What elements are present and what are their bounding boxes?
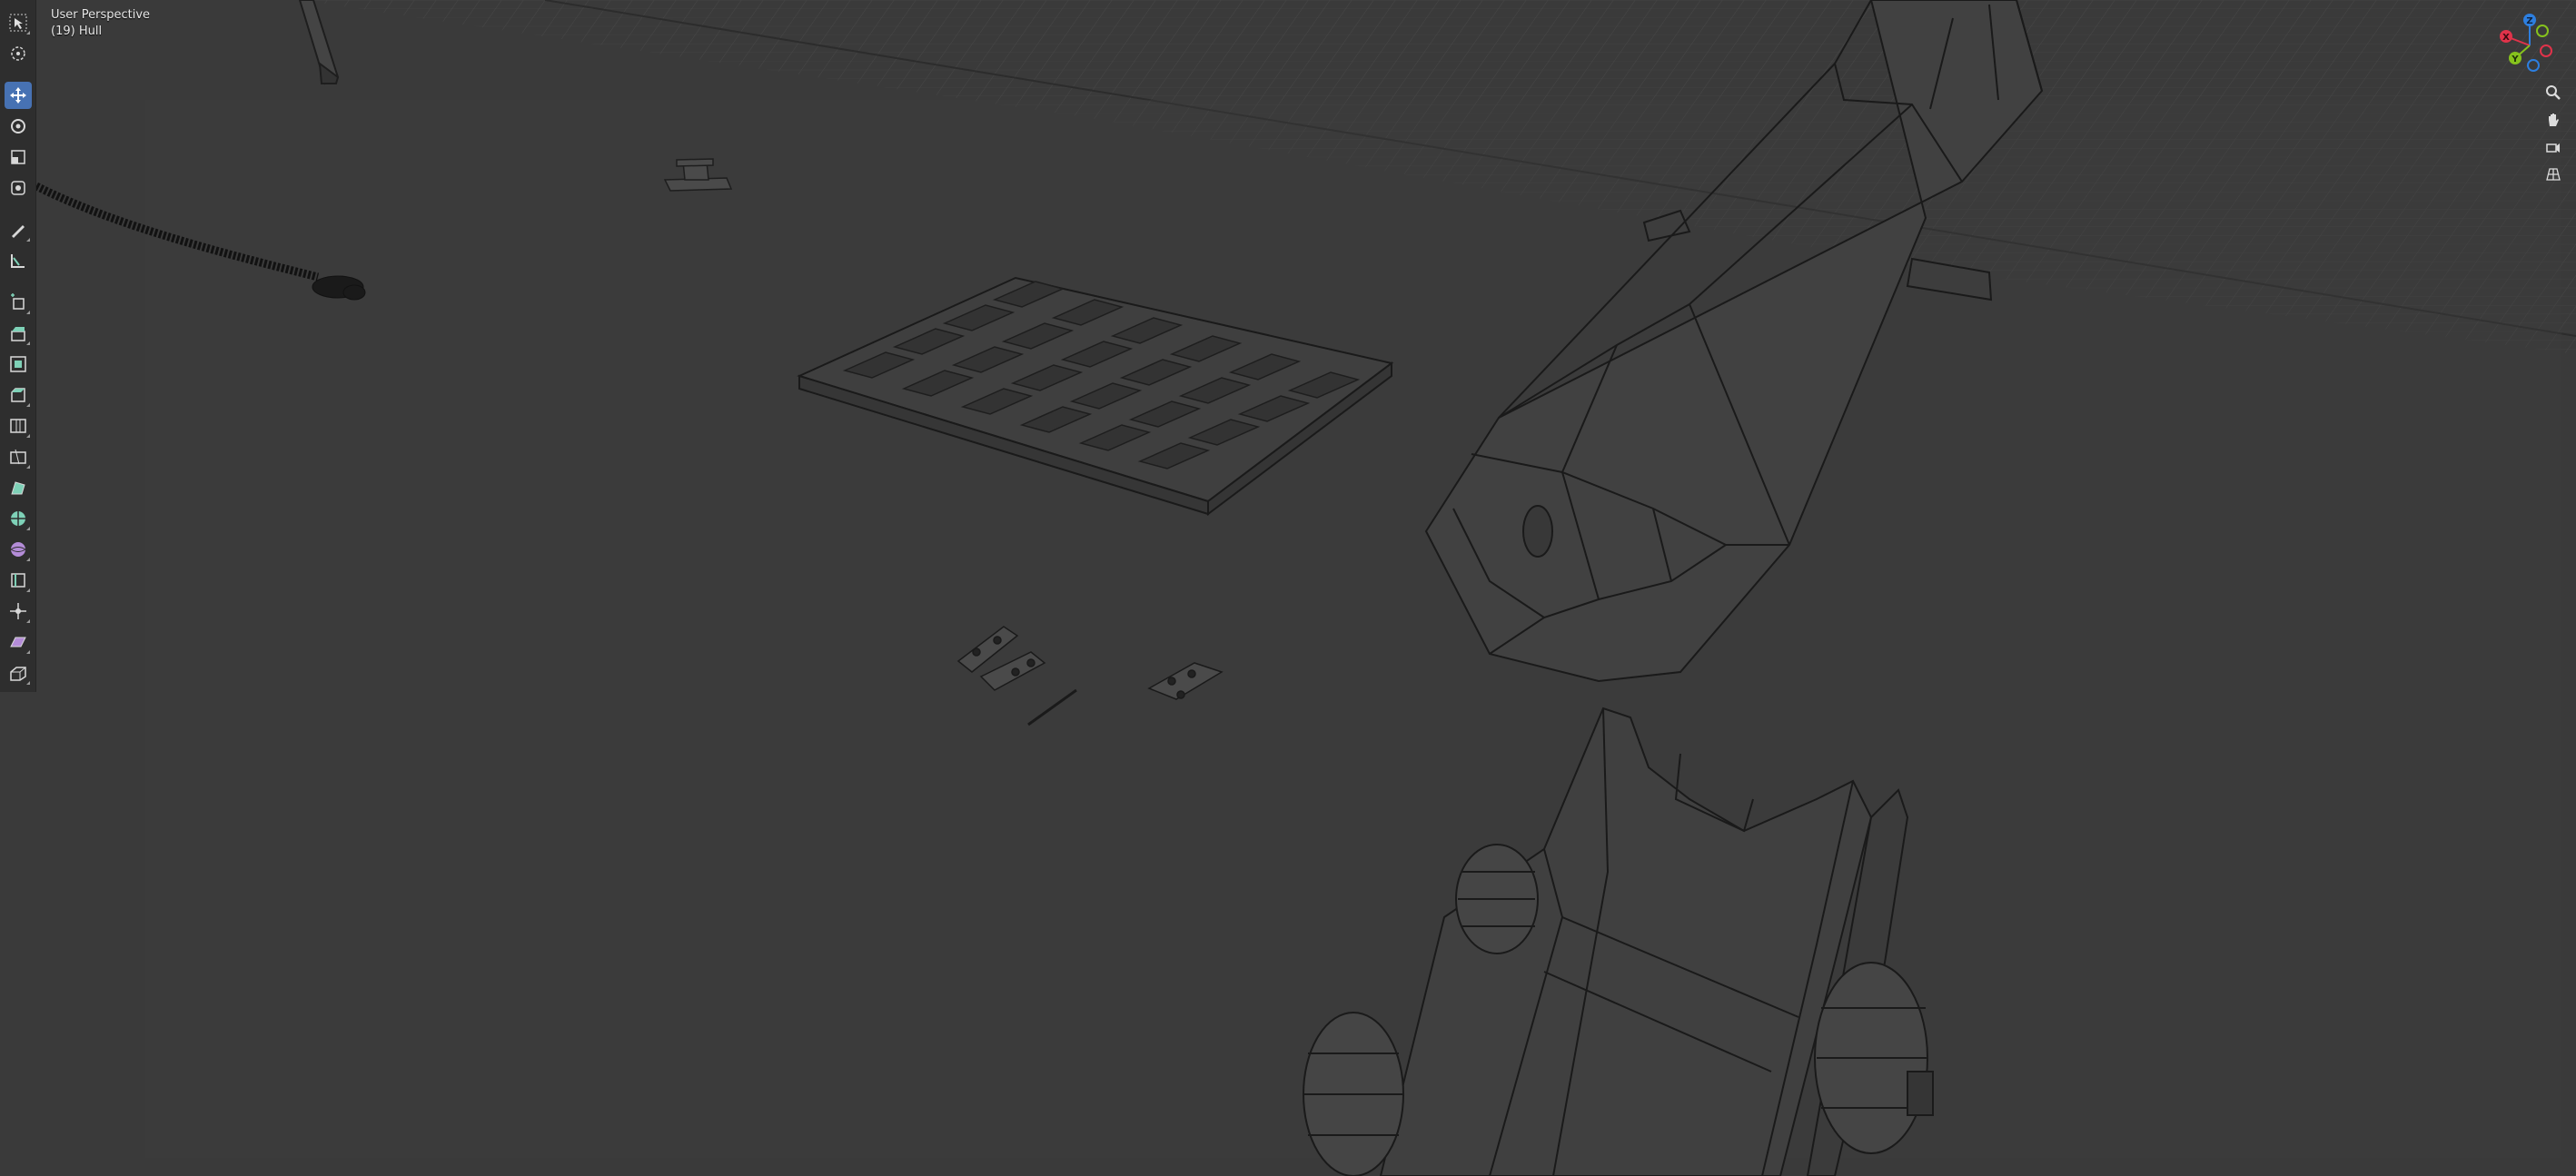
- extrude-icon: [11, 327, 25, 341]
- select-box-icon: [9, 14, 27, 32]
- inset-icon: [10, 356, 26, 372]
- annotate-icon: [12, 225, 25, 238]
- gizmo-z-label: Z: [2526, 16, 2532, 26]
- pan-hand-icon: [2549, 114, 2559, 126]
- tool-shelf: [0, 0, 36, 692]
- rip-icon: [10, 667, 26, 681]
- tool-scale[interactable]: [5, 143, 32, 171]
- measure-icon: [11, 254, 25, 268]
- tool-add-cube[interactable]: [5, 289, 32, 316]
- wheel-back-left: [1303, 1012, 1404, 1176]
- camera-view-button[interactable]: [2541, 134, 2566, 160]
- perspective-toggle-button[interactable]: [2541, 162, 2566, 187]
- tool-smooth[interactable]: [5, 536, 32, 563]
- add-cube-icon: [11, 293, 25, 310]
- tool-annotate[interactable]: [5, 216, 32, 243]
- tool-move[interactable]: [5, 82, 32, 109]
- tool-poly-build[interactable]: [5, 474, 32, 501]
- gizmo-y-label: Y: [2511, 54, 2519, 64]
- zoom-button[interactable]: [2541, 80, 2566, 105]
- loop-cut-icon: [10, 419, 26, 433]
- gizmo-x-label: X: [2502, 33, 2510, 43]
- tool-cursor[interactable]: [5, 40, 32, 67]
- tool-inset[interactable]: [5, 351, 32, 378]
- tool-knife[interactable]: [5, 443, 32, 470]
- camera-icon: [2546, 143, 2560, 153]
- 3d-viewport[interactable]: User Perspective (19) Hull Z X Y: [0, 0, 2576, 1176]
- poly-build-icon: [11, 481, 25, 495]
- knife-icon: [10, 449, 26, 465]
- tool-spin[interactable]: [5, 505, 32, 532]
- spin-icon: [11, 511, 25, 526]
- zoom-icon: [2546, 85, 2561, 100]
- tool-select-box[interactable]: [5, 9, 32, 36]
- cursor-icon: [11, 46, 25, 61]
- ghost-panel: [145, 100, 2561, 1158]
- mast-fragment: [298, 0, 340, 85]
- tool-bevel[interactable]: [5, 381, 32, 409]
- grid-perspective-icon: [2546, 168, 2561, 181]
- shear-icon: [10, 637, 26, 647]
- tool-extrude[interactable]: [5, 320, 32, 347]
- tool-shear[interactable]: [5, 628, 32, 656]
- tool-rip-region[interactable]: [5, 659, 32, 687]
- viewport-info: User Perspective (19) Hull: [51, 7, 150, 40]
- rotate-icon: [11, 119, 25, 133]
- tool-rotate[interactable]: [5, 113, 32, 140]
- smooth-icon: [10, 542, 26, 557]
- move-icon: [10, 87, 26, 104]
- tool-shrink-fatten[interactable]: [5, 598, 32, 625]
- pan-button[interactable]: [2541, 107, 2566, 133]
- tool-loop-cut[interactable]: [5, 412, 32, 440]
- navigation-gizmo[interactable]: Z X Y: [2493, 9, 2566, 82]
- transform-icon: [11, 181, 25, 195]
- edge-slide-icon: [11, 573, 25, 588]
- shrink-fatten-icon: [10, 603, 26, 619]
- tool-edge-slide[interactable]: [5, 567, 32, 594]
- wheel-front-left: [1455, 844, 1539, 954]
- bevel-icon: [11, 388, 25, 402]
- scale-icon: [11, 150, 25, 164]
- scene-canvas[interactable]: [0, 0, 2576, 1176]
- active-collection: (19) Hull: [51, 25, 103, 38]
- tool-transform[interactable]: [5, 174, 32, 202]
- tool-measure[interactable]: [5, 247, 32, 274]
- view-name: User Perspective: [51, 8, 151, 22]
